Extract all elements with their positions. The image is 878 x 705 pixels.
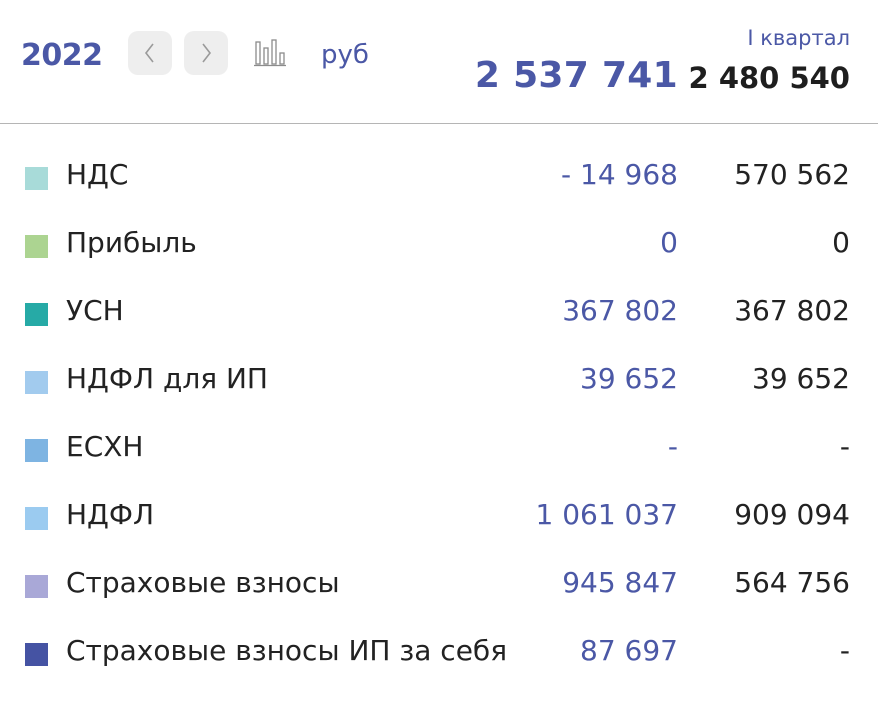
tax-value-secondary: 570 562 xyxy=(734,158,850,191)
next-year-button[interactable] xyxy=(184,31,228,75)
color-swatch xyxy=(25,371,48,394)
currency-selector[interactable]: руб xyxy=(321,40,369,70)
color-swatch xyxy=(25,167,48,190)
tax-value-primary: 945 847 xyxy=(562,566,678,599)
tax-value-primary: 39 652 xyxy=(580,362,678,395)
summary-header: 2022 руб I квартал 2 537 741 2 480 540 xyxy=(0,0,878,124)
year-label[interactable]: 2022 xyxy=(21,38,103,73)
tax-value-secondary: 564 756 xyxy=(734,566,850,599)
total-secondary: 2 480 540 xyxy=(688,61,850,95)
color-swatch xyxy=(25,235,48,258)
tax-row-ndfl[interactable]: НДФЛ 1 061 037 909 094 xyxy=(0,464,878,532)
tax-value-primary: - 14 968 xyxy=(561,158,678,191)
period-selector[interactable]: I квартал xyxy=(747,26,850,50)
tax-row-nds[interactable]: НДС - 14 968 570 562 xyxy=(0,124,878,192)
tax-row-insurance-ip[interactable]: Страховые взносы ИП за себя 87 697 - xyxy=(0,600,878,668)
color-swatch xyxy=(25,575,48,598)
tax-name: НДС xyxy=(66,158,129,191)
tax-value-secondary: 39 652 xyxy=(752,362,850,395)
tax-value-secondary: 367 802 xyxy=(734,294,850,327)
color-swatch xyxy=(25,303,48,326)
tax-value-primary: 0 xyxy=(660,226,678,259)
tax-value-secondary: - xyxy=(839,634,850,667)
bar-chart-icon[interactable] xyxy=(253,38,287,68)
tax-value-primary: 87 697 xyxy=(580,634,678,667)
tax-row-ndfl-ip[interactable]: НДФЛ для ИП 39 652 39 652 xyxy=(0,328,878,396)
tax-row-usn[interactable]: УСН 367 802 367 802 xyxy=(0,260,878,328)
tax-name: Прибыль xyxy=(66,226,197,259)
tax-name: УСН xyxy=(66,294,124,327)
chevron-right-icon xyxy=(202,43,212,63)
tax-row-insurance[interactable]: Страховые взносы 945 847 564 756 xyxy=(0,532,878,600)
tax-name: НДФЛ для ИП xyxy=(66,362,268,395)
tax-name: Страховые взносы ИП за себя xyxy=(66,634,508,667)
color-swatch xyxy=(25,507,48,530)
tax-name: ЕСХН xyxy=(66,430,144,463)
tax-value-secondary: 909 094 xyxy=(734,498,850,531)
tax-name: Страховые взносы xyxy=(66,566,340,599)
tax-row-eshn[interactable]: ЕСХН - - xyxy=(0,396,878,464)
previous-year-button[interactable] xyxy=(128,31,172,75)
color-swatch xyxy=(25,643,48,666)
tax-value-primary: - xyxy=(667,430,678,463)
tax-value-secondary: - xyxy=(839,430,850,463)
tax-value-secondary: 0 xyxy=(832,226,850,259)
tax-value-primary: 1 061 037 xyxy=(535,498,678,531)
tax-value-primary: 367 802 xyxy=(562,294,678,327)
color-swatch xyxy=(25,439,48,462)
total-primary: 2 537 741 xyxy=(474,55,678,96)
chevron-left-icon xyxy=(144,43,154,63)
tax-list: НДС - 14 968 570 562 Прибыль 0 0 УСН 367… xyxy=(0,124,878,668)
tax-row-profit[interactable]: Прибыль 0 0 xyxy=(0,192,878,260)
tax-name: НДФЛ xyxy=(66,498,155,531)
